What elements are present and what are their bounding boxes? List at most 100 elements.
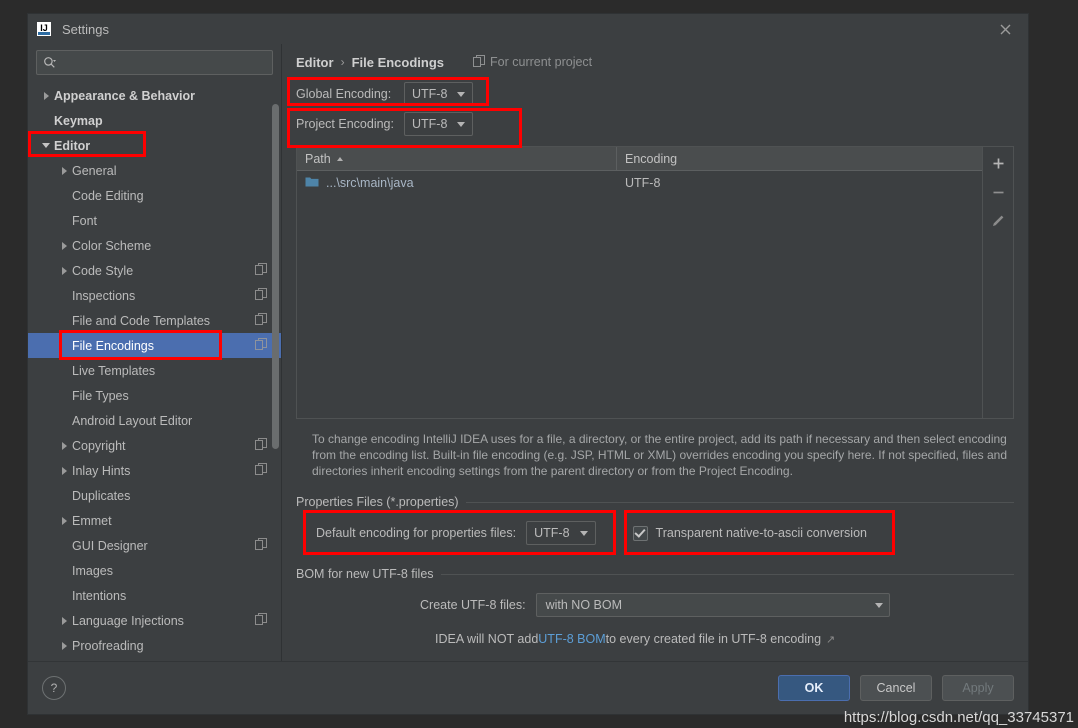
- sidebar-item-file-and-code-templates[interactable]: File and Code Templates: [28, 308, 281, 333]
- default-properties-encoding-label: Default encoding for properties files:: [316, 526, 517, 540]
- bom-group-body: Create UTF-8 files: with NO BOM: [296, 581, 1014, 623]
- global-encoding-label: Global Encoding:: [296, 87, 392, 101]
- sidebar-item-file-types[interactable]: File Types: [28, 383, 281, 408]
- transparent-conversion-checkbox-row[interactable]: Transparent native-to-ascii conversion: [632, 525, 867, 541]
- properties-files-group-title: Properties Files (*.properties): [296, 495, 459, 509]
- sidebar-item-inspections[interactable]: Inspections: [28, 283, 281, 308]
- sidebar-item-keymap[interactable]: Keymap: [28, 108, 281, 133]
- ok-button[interactable]: OK: [778, 675, 850, 701]
- bom-note-link[interactable]: UTF-8 BOM: [538, 632, 605, 646]
- sidebar-scrollbar[interactable]: [272, 104, 279, 449]
- chevron-right-icon[interactable]: [56, 516, 72, 525]
- sidebar-item-label: Inspections: [72, 288, 136, 303]
- default-properties-encoding-value: UTF-8: [534, 526, 570, 540]
- chevron-right-icon[interactable]: [56, 616, 72, 625]
- sidebar-item-label: Appearance & Behavior: [54, 88, 196, 103]
- sidebar-item-label: Keymap: [54, 113, 103, 128]
- sidebar-item-emmet[interactable]: Emmet: [28, 508, 281, 533]
- copy-scope-icon: [473, 54, 486, 70]
- sidebar-item-duplicates[interactable]: Duplicates: [28, 483, 281, 508]
- sidebar-item-copyright[interactable]: Copyright: [28, 433, 281, 458]
- folder-icon: [305, 176, 319, 191]
- chevron-right-icon[interactable]: [56, 241, 72, 250]
- copy-settings-icon: [255, 313, 267, 328]
- copy-settings-icon: [255, 613, 267, 628]
- chevron-right-icon[interactable]: [56, 641, 72, 650]
- sidebar-item-label: File Encodings: [72, 338, 154, 353]
- create-utf8-files-combo[interactable]: with NO BOM: [535, 593, 890, 617]
- sidebar-item-live-templates[interactable]: Live Templates: [28, 358, 281, 383]
- settings-tree[interactable]: Appearance & Behavior Keymap Editor General…: [28, 83, 281, 661]
- sidebar-item-general[interactable]: General: [28, 158, 281, 183]
- close-icon[interactable]: [982, 14, 1028, 44]
- properties-files-group: Properties Files (*.properties) Default …: [296, 495, 1014, 551]
- sidebar-item-label: Intentions: [72, 588, 127, 603]
- sidebar-item-label: Font: [72, 213, 98, 228]
- sidebar-item-color-scheme[interactable]: Color Scheme: [28, 233, 281, 258]
- breadcrumb-current: File Encodings: [351, 54, 445, 70]
- sidebar-item-label: Android Layout Editor: [72, 413, 193, 428]
- sidebar-item-appearance-behavior[interactable]: Appearance & Behavior: [28, 83, 281, 108]
- dialog-body: Appearance & Behavior Keymap Editor General…: [28, 44, 1028, 661]
- global-encoding-combo[interactable]: UTF-8: [404, 82, 474, 106]
- search-input[interactable]: [60, 54, 266, 71]
- intellij-idea-logo-icon: [36, 21, 52, 37]
- column-header-path[interactable]: Path: [297, 147, 617, 170]
- chevron-right-icon[interactable]: [56, 441, 72, 450]
- edit-path-button[interactable]: [985, 209, 1011, 233]
- column-header-encoding[interactable]: Encoding: [617, 147, 982, 170]
- default-properties-encoding-combo[interactable]: UTF-8: [526, 521, 596, 545]
- sidebar-item-editor[interactable]: Editor: [28, 133, 281, 158]
- chevron-right-icon[interactable]: [56, 466, 72, 475]
- dialog-title: Settings: [62, 21, 109, 37]
- add-path-button[interactable]: [985, 151, 1011, 175]
- group-divider: [440, 573, 1014, 575]
- chevron-right-icon[interactable]: [38, 91, 54, 100]
- sidebar-item-textmate-bundles[interactable]: TextMate Bundles: [28, 658, 281, 661]
- sidebar-item-images[interactable]: Images: [28, 558, 281, 583]
- encoding-hint-text: To change encoding IntelliJ IDEA uses fo…: [312, 432, 1008, 478]
- sidebar-item-file-encodings[interactable]: File Encodings: [28, 333, 281, 358]
- project-encoding-combo[interactable]: UTF-8: [404, 112, 474, 136]
- external-link-icon[interactable]: ↗: [826, 633, 835, 646]
- global-encoding-row: Global Encoding: UTF-8: [296, 80, 1014, 108]
- copy-settings-icon: [255, 263, 267, 278]
- chevron-down-icon: [457, 121, 466, 127]
- encodings-table-main: Path Encoding ...\src\main\java UTF-8: [297, 147, 982, 418]
- table-row[interactable]: ...\src\main\java UTF-8: [297, 171, 982, 195]
- table-toolbar: [982, 147, 1013, 418]
- sidebar-item-language-injections[interactable]: Language Injections: [28, 608, 281, 633]
- settings-content-panel: Editor › File Encodings For current proj…: [282, 44, 1028, 661]
- sidebar-item-android-layout-editor[interactable]: Android Layout Editor: [28, 408, 281, 433]
- breadcrumb-parent[interactable]: Editor: [296, 55, 334, 70]
- search-box[interactable]: [36, 50, 273, 75]
- sidebar-item-inlay-hints[interactable]: Inlay Hints: [28, 458, 281, 483]
- sidebar-item-label: Editor: [54, 138, 91, 153]
- chevron-right-icon[interactable]: [56, 166, 72, 175]
- sidebar-item-code-style[interactable]: Code Style: [28, 258, 281, 283]
- sidebar-search-wrap: [28, 44, 281, 83]
- sidebar-item-label: Live Templates: [72, 363, 156, 378]
- sidebar-item-label: Code Editing: [72, 188, 144, 203]
- sidebar-item-intentions[interactable]: Intentions: [28, 583, 281, 608]
- column-header-path-label: Path: [305, 151, 331, 166]
- help-button[interactable]: ?: [42, 676, 66, 700]
- table-cell-path: ...\src\main\java: [297, 176, 617, 191]
- create-utf8-files-label: Create UTF-8 files:: [420, 598, 526, 612]
- bom-note-suffix: to every created file in UTF-8 encoding: [605, 632, 822, 646]
- bom-group-header: BOM for new UTF-8 files: [296, 567, 1014, 581]
- chevron-right-icon[interactable]: [56, 266, 72, 275]
- scope-label: For current project: [490, 55, 593, 69]
- sidebar-item-label: General: [72, 163, 117, 178]
- plus-icon: [993, 158, 1003, 168]
- sidebar-item-proofreading[interactable]: Proofreading: [28, 633, 281, 658]
- transparent-conversion-checkbox[interactable]: [632, 525, 648, 541]
- sidebar-item-font[interactable]: Font: [28, 208, 281, 233]
- cancel-button[interactable]: Cancel: [860, 675, 932, 701]
- sidebar-item-gui-designer[interactable]: GUI Designer: [28, 533, 281, 558]
- apply-button[interactable]: Apply: [942, 675, 1014, 701]
- remove-path-button[interactable]: [985, 180, 1011, 204]
- table-cell-path-label: ...\src\main\java: [326, 176, 414, 190]
- sidebar-item-code-editing[interactable]: Code Editing: [28, 183, 281, 208]
- chevron-down-icon[interactable]: [38, 143, 54, 148]
